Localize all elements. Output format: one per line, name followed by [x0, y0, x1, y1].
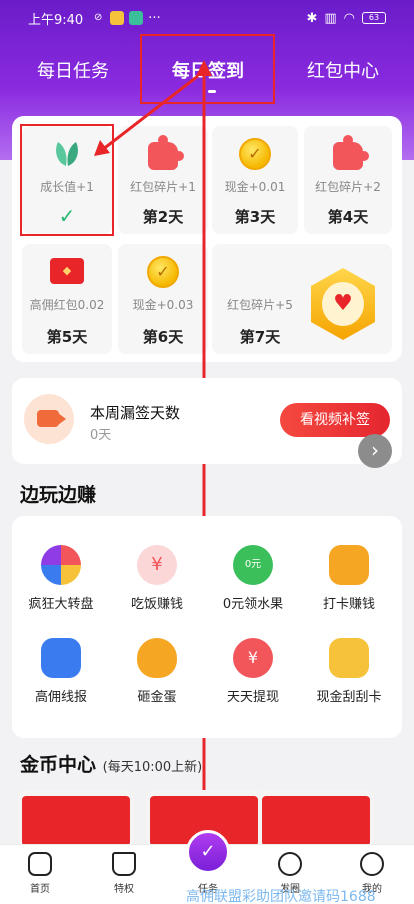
money-bag-icon: ¥ — [233, 638, 273, 678]
feature-commission-news[interactable]: 高佣线报 — [16, 638, 106, 705]
annotation-box-day1 — [20, 124, 114, 236]
checkin-day-5[interactable]: ◆ 高佣红包0.02 第5天 — [22, 244, 112, 354]
wifi-icon: ◠ — [343, 10, 355, 26]
watermark-text: 高佣联盟彩助团队邀请码1688 — [186, 889, 376, 904]
red-envelope-image — [22, 796, 130, 846]
day-label: 第3天 — [234, 208, 276, 226]
checkin-day-2[interactable]: 红包碎片+1 第2天 — [118, 126, 208, 234]
feature-scratch-card[interactable]: 现金刮刮卡 — [304, 638, 394, 705]
day-label: 第5天 — [46, 328, 88, 346]
feature-golden-egg[interactable]: 砸金蛋 — [112, 638, 202, 705]
section-title-coin-center: 金币中心 (每天10:00上新) — [20, 750, 202, 777]
calendar-icon — [329, 545, 369, 585]
app-notification-icon — [110, 11, 125, 25]
scratch-card-icon — [329, 638, 369, 678]
makeup-count: 0天 — [90, 428, 112, 443]
crown-icon — [112, 852, 136, 876]
status-time: 上午9:40 — [28, 12, 84, 28]
day-reward-label: 红包碎片+5 — [227, 298, 293, 312]
more-dots-icon: ··· — [148, 10, 161, 26]
day-reward-label: 高佣红包0.02 — [29, 298, 105, 312]
feature-label: 吃饭赚钱 — [130, 597, 183, 612]
nav-label: 特权 — [114, 884, 134, 895]
checkin-day-3[interactable]: ✓ 现金+0.01 第3天 — [212, 126, 298, 234]
signal-icon: ▥ — [324, 10, 337, 26]
day-label: 第2天 — [142, 208, 184, 226]
chevron-right-icon[interactable]: › — [358, 434, 392, 468]
day-label: 第7天 — [239, 328, 281, 346]
day-reward-label: 红包碎片+1 — [130, 180, 196, 194]
puzzle-icon — [148, 135, 184, 170]
annotation-box-tab — [140, 34, 275, 104]
golden-egg-icon — [137, 638, 177, 678]
checkin-day-6[interactable]: ✓ 现金+0.03 第6天 — [118, 244, 208, 354]
feature-label: 打卡赚钱 — [322, 597, 375, 612]
battery-icon: 63 — [362, 12, 386, 24]
makeup-title: 本周漏签天数 — [90, 404, 181, 422]
tab-red-packet-center[interactable]: 红包中心 — [298, 50, 388, 94]
section-title-play-earn: 边玩边赚 — [20, 484, 97, 506]
coin-icon: ✓ — [147, 256, 179, 288]
coin-center-subtitle: (每天10:00上新) — [102, 760, 203, 775]
bluetooth-icon: ✱ — [306, 10, 318, 26]
day-label: 第6天 — [142, 328, 184, 346]
feature-daily-withdraw[interactable]: ¥ 天天提现 — [208, 638, 298, 705]
checkin-day-4[interactable]: 红包碎片+2 第4天 — [304, 126, 392, 234]
feature-label: 天天提现 — [226, 690, 279, 705]
day-reward-label: 红包碎片+2 — [315, 180, 381, 194]
feature-label: 砸金蛋 — [137, 690, 177, 705]
task-icon[interactable]: ✓ — [186, 830, 230, 874]
nav-home[interactable]: 首页 — [10, 852, 70, 895]
hand-red-packet-icon: ♥ — [322, 282, 364, 326]
mute-icon: ⊘ — [94, 12, 103, 23]
day-reward-label: 现金+0.01 — [224, 180, 286, 194]
news-icon — [41, 638, 81, 678]
fruit-icon: 0元 — [233, 545, 273, 585]
feature-label: 0元领水果 — [222, 597, 284, 612]
nav-label: 首页 — [30, 884, 50, 895]
feature-label: 疯狂大转盘 — [28, 597, 94, 612]
day-label: 第4天 — [327, 208, 369, 226]
profile-icon — [360, 852, 384, 876]
feature-lucky-wheel[interactable]: 疯狂大转盘 — [16, 545, 106, 612]
share-circle-icon — [278, 852, 302, 876]
home-icon — [28, 852, 52, 876]
watch-video-makeup-button[interactable]: 看视频补签 — [280, 403, 390, 437]
feature-free-fruit[interactable]: 0元 0元领水果 — [208, 545, 298, 612]
feature-label: 高佣线报 — [34, 690, 87, 705]
nav-privilege[interactable]: 特权 — [94, 852, 154, 895]
coin-center-title: 金币中心 — [20, 754, 97, 776]
puzzle-icon — [333, 135, 369, 170]
tab-daily-tasks[interactable]: 每日任务 — [28, 50, 118, 94]
bowl-icon: ¥ — [137, 545, 177, 585]
status-bar: 上午9:40 ⊘ ··· ✱ ▥ ◠ 63 — [0, 0, 414, 36]
shield-icon — [129, 11, 144, 25]
day-reward-label: 现金+0.03 — [132, 298, 194, 312]
wheel-icon — [41, 545, 81, 585]
feature-eat-earn[interactable]: ¥ 吃饭赚钱 — [112, 545, 202, 612]
feature-checkin-earn[interactable]: 打卡赚钱 — [304, 545, 394, 612]
red-packet-icon: ◆ — [50, 258, 84, 284]
red-envelope-image — [262, 796, 370, 846]
feature-label: 现金刮刮卡 — [316, 690, 382, 705]
coin-icon: ✓ — [239, 138, 271, 170]
video-camera-icon — [37, 410, 66, 427]
